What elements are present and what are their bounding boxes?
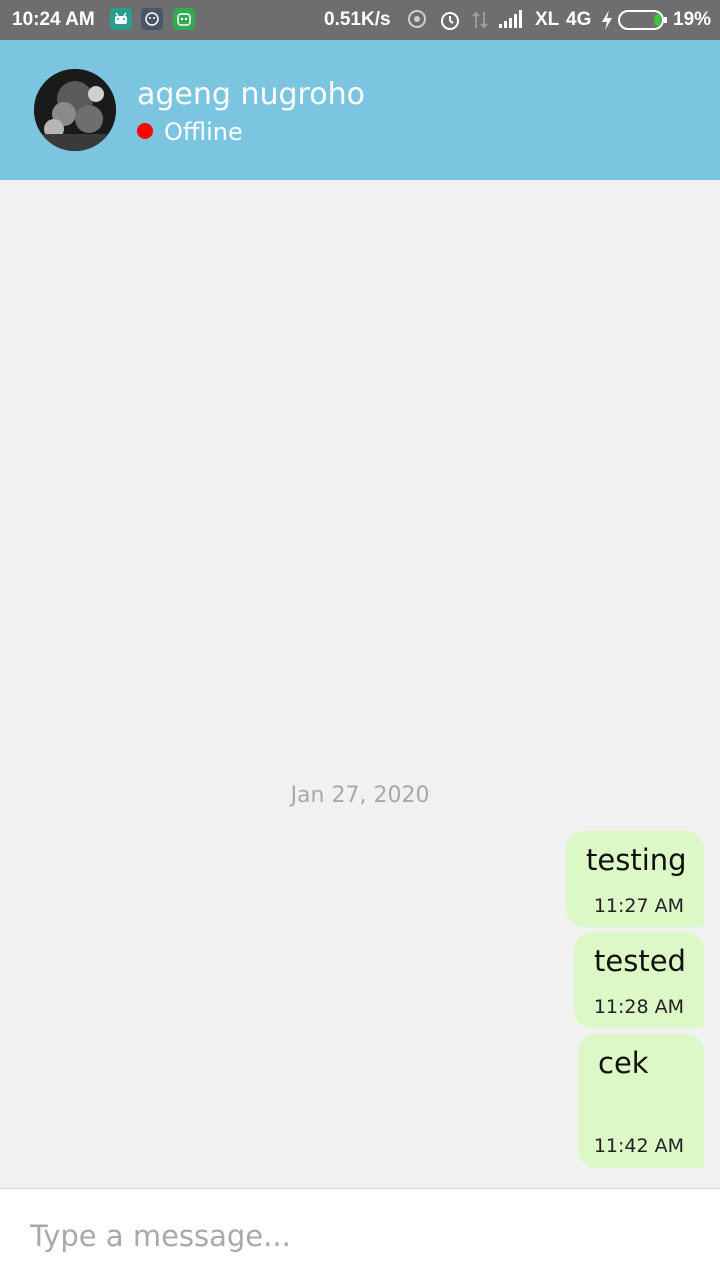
message-time: 11:42 AM <box>593 1135 684 1157</box>
network-type: 4G <box>566 9 592 30</box>
message-text: tested <box>594 944 686 978</box>
message-input[interactable] <box>28 1213 692 1259</box>
alarm-icon <box>438 8 462 38</box>
message-text: testing <box>586 843 687 877</box>
contact-status: Offline <box>164 118 243 146</box>
chat-header: ageng nugroho Offline <box>0 40 720 180</box>
avatar[interactable] <box>34 69 116 151</box>
message-time: 11:28 AM <box>593 996 684 1018</box>
android-icon <box>110 8 132 30</box>
carrier-label: XL <box>535 9 560 30</box>
data-arrows-icon <box>470 8 490 38</box>
message-text: cek <box>598 1046 649 1080</box>
message-bubble[interactable]: testing 11:27 AM <box>566 831 704 927</box>
message-bubble[interactable]: cek 11:42 AM <box>578 1034 704 1168</box>
status-bar: 10:24 AM 0.51K/s XL 4G 19% <box>0 0 720 40</box>
network-speed: 0.51K/s <box>324 9 391 30</box>
battery-percent: 19% <box>673 9 712 30</box>
date-separator: Jan 27, 2020 <box>290 783 430 808</box>
cat-app-icon <box>141 8 163 30</box>
charging-icon <box>600 8 614 38</box>
message-time: 11:27 AM <box>593 895 684 917</box>
signal-icon <box>498 8 524 36</box>
bot-app-icon <box>173 8 195 30</box>
hotspot-icon <box>406 8 428 36</box>
battery-icon <box>618 10 668 36</box>
contact-name: ageng nugroho <box>137 77 365 112</box>
status-indicator <box>137 123 153 139</box>
message-bubble[interactable]: tested 11:28 AM <box>574 932 704 1028</box>
message-composer <box>0 1188 720 1281</box>
status-time: 10:24 AM <box>12 9 95 30</box>
